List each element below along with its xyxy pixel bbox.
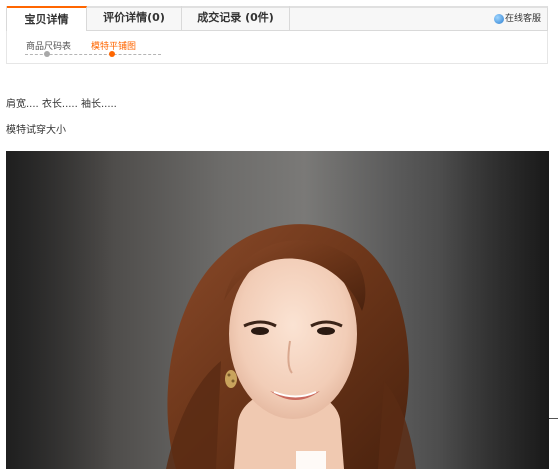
tab-product-details-label: 宝贝详情 [24,13,69,26]
fitting-note-text: 模特试穿大小 [6,125,66,136]
model-photo [6,151,549,469]
online-service-label: 在线客服 [504,14,541,24]
measurements-text: 肩宽.... 衣长..... 袖长..... [6,99,117,110]
tab-reviews[interactable]: 评价详情(0) [87,6,182,31]
tab-product-details[interactable]: 宝贝详情 [7,6,87,32]
model-photo-illustration [6,151,549,469]
subnav-item-flat-photos[interactable]: 模特平铺图 [91,39,136,52]
tab-transaction-records[interactable]: 成交记录 (0件) [182,6,290,31]
tab-transaction-records-label: 成交记录 [197,11,242,24]
subnav-item-size-chart[interactable]: 商品尺码表 [26,39,71,52]
subnav-dot-active [109,51,115,57]
tab-reviews-label: 评价详情 [103,11,148,24]
product-detail-page: 宝贝详情 评价详情(0) 成交记录 (0件) 在线客服 商品尺码表 模特平铺图 … [0,0,558,469]
tab-transaction-records-count: (0件) [245,11,274,24]
tab-reviews-count: (0) [147,11,165,24]
sub-navigation: 商品尺码表 模特平铺图 [6,31,548,64]
subnav-dot-inactive [44,51,50,57]
customer-service-icon [493,14,504,24]
online-service-link[interactable]: 在线客服 [493,11,541,27]
detail-tab-bar: 宝贝详情 评价详情(0) 成交记录 (0件) 在线客服 [6,6,548,32]
edge-marker [549,418,558,419]
